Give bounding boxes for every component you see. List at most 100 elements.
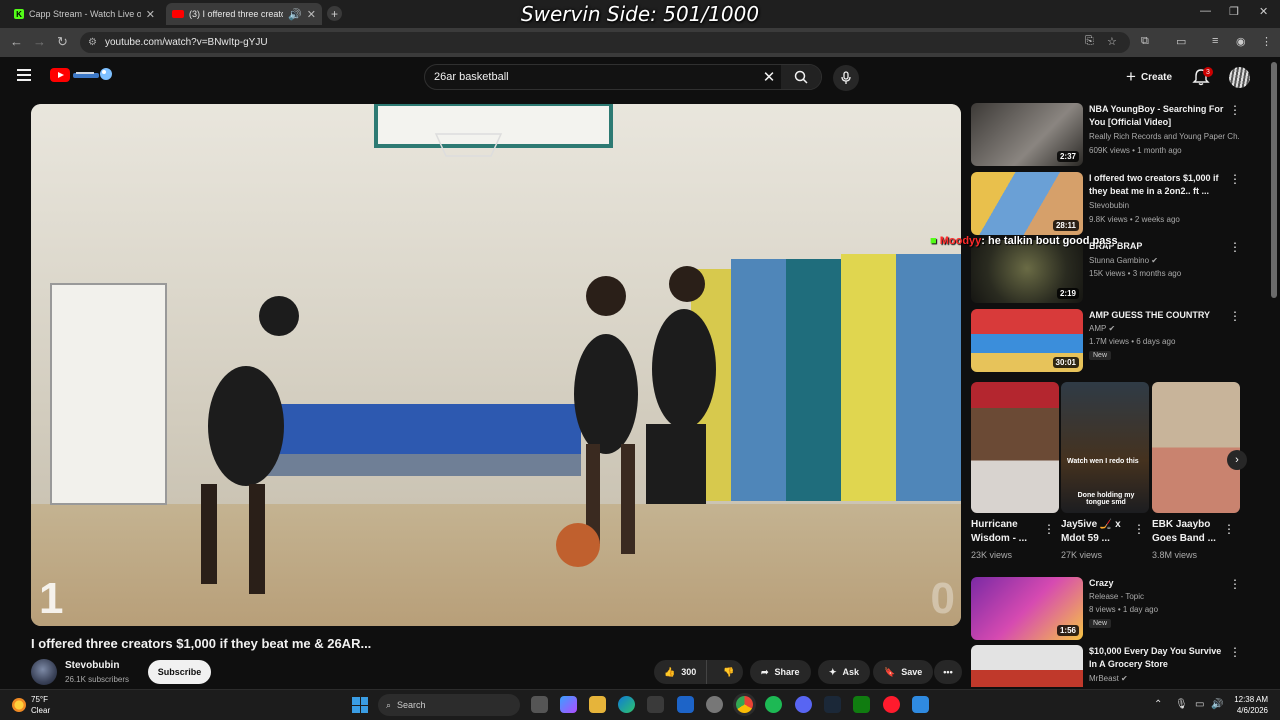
opera-icon[interactable] (883, 696, 900, 713)
back-icon[interactable]: ← (10, 34, 23, 49)
channel-name[interactable]: Stevobubin (65, 660, 119, 671)
youtube-doodle-icon[interactable] (72, 67, 114, 83)
video-card-title[interactable]: AMP GUESS THE COUNTRY (1089, 309, 1229, 322)
edge-icon[interactable] (618, 696, 635, 713)
user-avatar[interactable] (1229, 67, 1250, 88)
menu-icon[interactable]: ⋮ (1261, 35, 1272, 48)
chrome-icon[interactable] (736, 696, 753, 713)
taskbar-search-label: Search (397, 700, 426, 710)
xbox-icon[interactable] (853, 696, 870, 713)
video-card-channel[interactable]: MrBeast ✔ (1089, 674, 1239, 683)
weather-condition: Clear (31, 706, 51, 715)
more-options-icon[interactable]: ⋮ (1229, 309, 1241, 323)
media-icon[interactable]: ≡ (1212, 35, 1218, 47)
video-duration: 28:11 (1052, 220, 1079, 231)
video-player[interactable]: 1 0 (31, 104, 961, 626)
hamburger-menu-icon[interactable] (17, 69, 31, 84)
subscribe-button[interactable]: Subscribe (148, 660, 211, 684)
reload-icon[interactable]: ↻ (57, 34, 68, 50)
video-card-channel[interactable]: Really Rich Records and Young Paper Ch..… (1089, 132, 1239, 141)
github-icon[interactable] (706, 696, 723, 713)
taskbar-clock[interactable]: 12:38 AM 4/6/2026 (1226, 694, 1268, 716)
short-thumbnail[interactable]: Watch wen I redo this Done holding my to… (1061, 382, 1149, 513)
share-button[interactable]: ➦ Share (750, 660, 811, 684)
restore-icon[interactable]: ❐ (1229, 5, 1239, 18)
more-options-icon[interactable]: ⋮ (1229, 577, 1241, 591)
store-icon[interactable] (647, 696, 664, 713)
thumbs-down-icon: 👎 (723, 666, 735, 677)
more-options-icon[interactable]: ⋮ (1133, 522, 1145, 536)
shorts-next-button[interactable]: › (1227, 450, 1247, 470)
site-info-icon[interactable]: ⚙ (88, 37, 97, 48)
copilot-icon[interactable] (560, 696, 577, 713)
video-thumbnail[interactable]: 30:01 (971, 309, 1083, 372)
video-card-channel[interactable]: Release - Topic (1089, 592, 1239, 601)
more-options-icon[interactable]: ⋮ (1229, 103, 1241, 117)
video-card-title[interactable]: I offered two creators $1,000 if they be… (1089, 172, 1229, 198)
video-thumbnail[interactable]: 28:11 (971, 172, 1083, 235)
video-card-title[interactable]: $10,000 Every Day You Survive In A Groce… (1089, 645, 1229, 671)
sidepanel-icon[interactable]: ▭ (1176, 35, 1186, 48)
short-thumbnail[interactable] (1152, 382, 1240, 513)
forward-icon[interactable]: → (33, 34, 46, 49)
dislike-button[interactable]: 👎 (713, 660, 744, 684)
install-icon[interactable]: ⎘ (1085, 35, 1094, 48)
channel-avatar[interactable] (31, 659, 57, 685)
weather-widget[interactable]: 75°F Clear (12, 694, 50, 716)
file-explorer-icon[interactable] (589, 696, 606, 713)
video-card-meta: 609K views • 1 month ago (1089, 146, 1182, 155)
create-button[interactable]: + Create (1120, 66, 1178, 88)
microphone-icon[interactable]: 🎙 (1175, 699, 1188, 710)
short-thumbnail[interactable] (971, 382, 1059, 513)
more-options-icon[interactable]: ⋮ (1223, 522, 1235, 536)
video-card-channel[interactable]: Stevobubin (1089, 201, 1239, 210)
discord-icon[interactable] (795, 696, 812, 713)
short-title[interactable]: EBK Jaaybo Goes Band ... (1152, 518, 1226, 546)
windows-start-icon[interactable] (352, 697, 368, 713)
page-scrollbar[interactable] (1271, 62, 1277, 298)
video-thumbnail[interactable]: 1:56 (971, 577, 1083, 640)
verified-icon: ✔ (1108, 324, 1116, 333)
more-horizontal-icon: ••• (943, 667, 953, 677)
video-card-meta: 9.8K views • 2 weeks ago (1089, 215, 1180, 224)
taskbar-search[interactable]: ⌕ Search (378, 694, 520, 716)
address-bar[interactable]: ⚙ youtube.com/watch?v=BNwItp-gYJU (80, 32, 1130, 53)
close-window-icon[interactable]: ✕ (1259, 5, 1268, 18)
more-options-icon[interactable]: ⋮ (1229, 172, 1241, 186)
youtube-logo[interactable] (50, 68, 70, 82)
short-title[interactable]: Jay5ive 🏒 x Mdot 59 ... (1061, 518, 1135, 546)
ask-button[interactable]: ✦ Ask (818, 660, 871, 684)
related-video[interactable]: $10,000 Every Day You Survive In A Groce… (971, 645, 1246, 687)
save-button[interactable]: 🔖 Save (873, 660, 934, 684)
like-button[interactable]: 👍 300 (654, 660, 708, 684)
save-label: Save (901, 667, 923, 677)
task-view-icon[interactable] (531, 696, 548, 713)
bookmark-star-icon[interactable]: ☆ (1107, 35, 1117, 48)
profile-icon[interactable]: ◉ (1236, 35, 1246, 48)
more-options-icon[interactable]: ⋮ (1229, 645, 1241, 659)
video-card-title[interactable]: NBA YoungBoy - Searching For You [Offici… (1089, 103, 1229, 129)
more-options-icon[interactable]: ⋮ (1043, 522, 1055, 536)
volume-icon[interactable]: 🔊 (1211, 699, 1223, 710)
network-icon[interactable]: ▭ (1195, 699, 1204, 710)
tray-expand-icon[interactable]: ⌃ (1154, 699, 1162, 710)
more-actions-button[interactable]: ••• (934, 660, 962, 684)
short-title[interactable]: Hurricane Wisdom - ... (971, 518, 1045, 546)
voice-search-button[interactable] (833, 65, 859, 91)
steam-icon[interactable] (824, 696, 841, 713)
more-options-icon[interactable]: ⋮ (1229, 240, 1241, 254)
video-card-title[interactable]: Crazy (1089, 577, 1229, 590)
photos-icon[interactable] (912, 696, 929, 713)
clear-search-icon[interactable]: ✕ (757, 68, 781, 86)
video-thumbnail[interactable]: 2:37 (971, 103, 1083, 166)
spotify-icon[interactable] (765, 696, 782, 713)
mail-icon[interactable] (677, 696, 694, 713)
minimize-icon[interactable]: — (1200, 5, 1211, 17)
video-thumbnail[interactable] (971, 645, 1083, 687)
video-thumbnail[interactable]: 2:19 (971, 240, 1083, 303)
search-button[interactable] (781, 65, 821, 89)
video-card-channel[interactable]: Stunna Gambino ✔ (1089, 256, 1239, 265)
extensions-icon[interactable]: ⧉ (1141, 35, 1149, 48)
video-card-channel[interactable]: AMP ✔ (1089, 324, 1239, 333)
search-input[interactable] (425, 65, 757, 89)
